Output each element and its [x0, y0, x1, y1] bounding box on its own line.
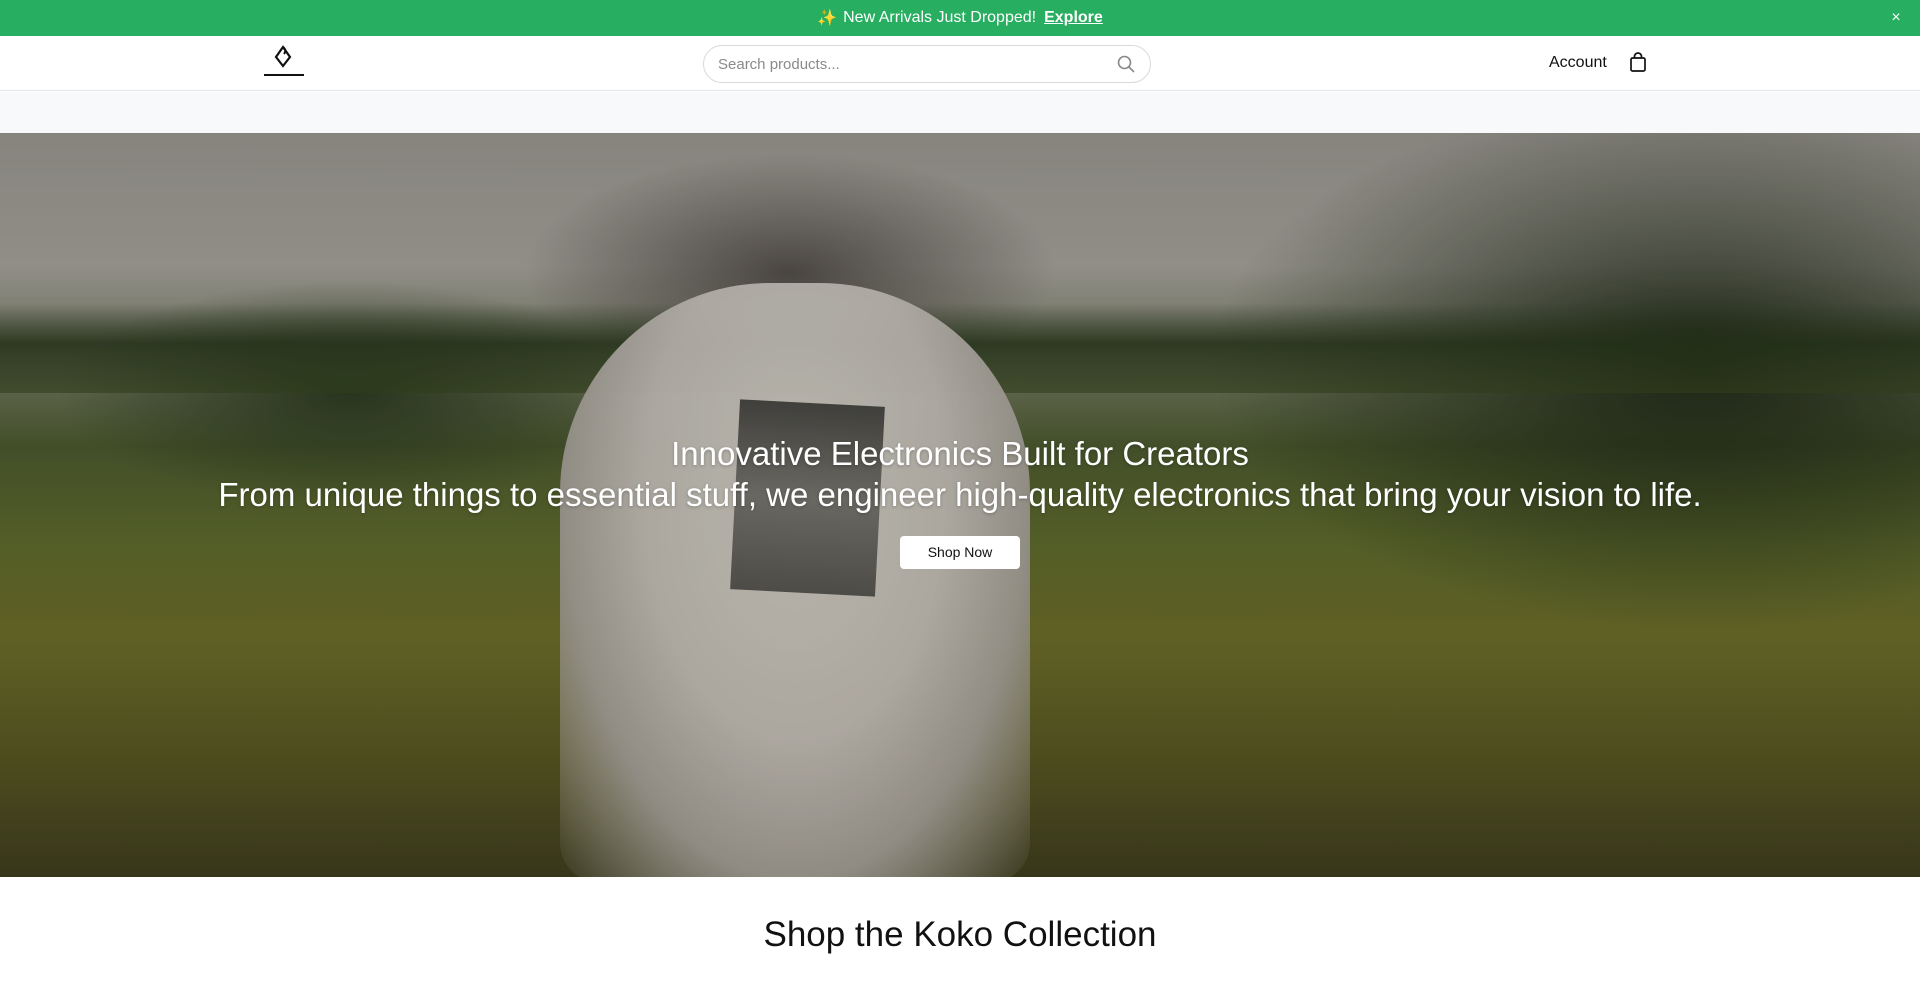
account-link[interactable]: Account	[1549, 54, 1607, 72]
search-bar[interactable]	[703, 45, 1151, 83]
search-input[interactable]	[718, 55, 1116, 73]
hero-content: Innovative Electronics Built for Creator…	[0, 433, 1920, 569]
explore-link[interactable]: Explore	[1044, 9, 1103, 27]
close-icon[interactable]: ×	[1886, 8, 1906, 28]
hero-title: Innovative Electronics Built for Creator…	[671, 435, 1249, 472]
hero-banner: Innovative Electronics Built for Creator…	[0, 133, 1920, 877]
sub-navigation	[0, 92, 1920, 133]
search-icon[interactable]	[1116, 54, 1136, 74]
shop-now-button[interactable]: Shop Now	[900, 536, 1020, 569]
announcement-text: New Arrivals Just Dropped!	[843, 9, 1037, 26]
hero-subtitle: From unique things to essential stuff, w…	[218, 476, 1702, 513]
announcement-bar: ✨ New Arrivals Just Dropped! Explore ×	[0, 0, 1920, 36]
shopping-bag-icon[interactable]	[1627, 51, 1649, 73]
collection-heading: Shop the Koko Collection	[763, 915, 1157, 954]
site-header: Account	[0, 36, 1920, 91]
brand-logo-icon[interactable]	[262, 44, 306, 84]
sparkles-icon: ✨	[817, 10, 838, 27]
